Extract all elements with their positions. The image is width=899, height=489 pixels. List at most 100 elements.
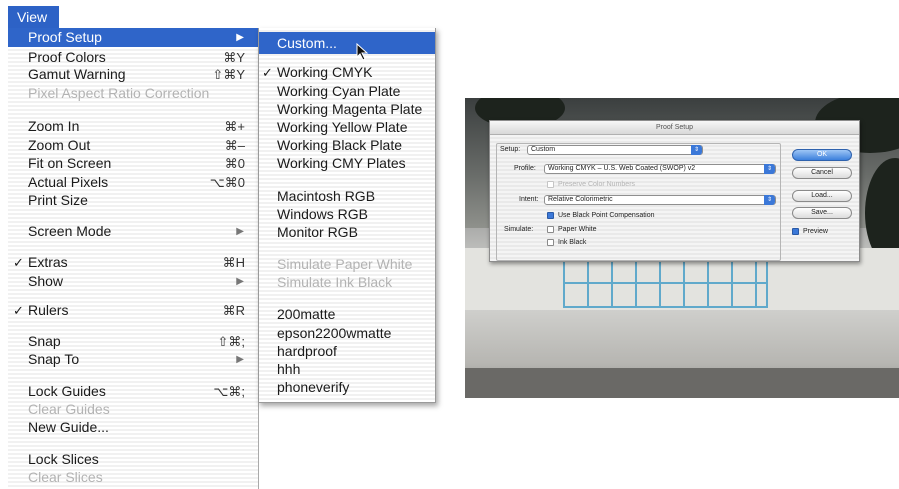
- submenu-item-working-black-plate[interactable]: Working Black Plate: [259, 136, 435, 155]
- menu-item-zoom-in[interactable]: Zoom In ⌘+: [8, 117, 258, 136]
- proof-setup-submenu: Custom... ✓ Working CMYK Working Cyan Pl…: [258, 28, 436, 403]
- menu-item-label: Show: [28, 273, 64, 289]
- submenu-item-working-cmyk[interactable]: ✓ Working CMYK: [259, 63, 435, 82]
- submenu-item-hhh[interactable]: hhh: [259, 360, 435, 379]
- submenu-item-working-yellow-plate[interactable]: Working Yellow Plate: [259, 118, 435, 137]
- submenu-item-label: hardproof: [277, 343, 337, 359]
- submenu-item-monitor-rgb[interactable]: Monitor RGB: [259, 223, 435, 242]
- menu-item-label: Screen Mode: [28, 223, 112, 239]
- menu-item-shortcut: ⇧⌘Y: [212, 67, 245, 82]
- profile-popup[interactable]: Working CMYK – U.S. Web Coated (SWOP) v2…: [544, 164, 776, 174]
- menu-item-label: New Guide...: [28, 419, 109, 435]
- photo-road: [465, 368, 899, 398]
- submenu-item-label: Custom...: [277, 35, 337, 51]
- submenu-arrow-icon: ▶: [236, 32, 244, 43]
- menu-item-clear-guides: Clear Guides: [8, 400, 258, 419]
- submenu-item-label: epson2200wmatte: [277, 325, 392, 341]
- menu-item-show[interactable]: Show ▶: [8, 272, 258, 291]
- preserve-color-numbers-checkbox[interactable]: [547, 181, 554, 188]
- simulate-label: Simulate:: [504, 226, 534, 233]
- submenu-arrow-icon: ▶: [236, 354, 244, 365]
- submenu-item-hardproof[interactable]: hardproof: [259, 342, 435, 361]
- popup-arrows-icon: ⇕: [764, 164, 775, 174]
- profile-label: Profile:: [514, 165, 536, 172]
- menu-item-lock-guides[interactable]: Lock Guides ⌥⌘;: [8, 382, 258, 401]
- checkmark-icon: ✓: [262, 65, 273, 80]
- menu-item-label: Rulers: [28, 302, 69, 318]
- ink-black-label: Ink Black: [558, 239, 587, 246]
- submenu-item-label: hhh: [277, 361, 301, 377]
- menu-item-proof-setup[interactable]: Proof Setup ▶: [8, 28, 258, 47]
- cancel-button[interactable]: Cancel: [792, 167, 852, 179]
- submenu-item-label: Simulate Paper White: [277, 256, 413, 272]
- submenu-item-working-cyan-plate[interactable]: Working Cyan Plate: [259, 82, 435, 101]
- menu-item-actual-pixels[interactable]: Actual Pixels ⌥⌘0: [8, 173, 258, 192]
- submenu-item-200matte[interactable]: 200matte: [259, 305, 435, 324]
- menu-item-label: Print Size: [28, 192, 88, 208]
- black-point-compensation-checkbox[interactable]: [547, 212, 554, 219]
- view-menu-title[interactable]: View: [8, 6, 59, 28]
- submenu-item-macintosh-rgb[interactable]: Macintosh RGB: [259, 187, 435, 206]
- submenu-item-label: Simulate Ink Black: [277, 274, 393, 290]
- menu-item-label: Extras: [28, 254, 68, 270]
- black-point-compensation-label: Use Black Point Compensation: [558, 212, 655, 219]
- submenu-item-simulate-paper-white: Simulate Paper White: [259, 255, 435, 274]
- setup-label: Setup:: [500, 146, 521, 153]
- preview-label: Preview: [803, 228, 828, 235]
- menu-item-shortcut: ⇧⌘;: [217, 334, 245, 349]
- submenu-item-working-magenta-plate[interactable]: Working Magenta Plate: [259, 100, 435, 119]
- menu-item-label: Fit on Screen: [28, 155, 112, 171]
- submenu-item-label: Monitor RGB: [277, 224, 358, 240]
- menu-item-shortcut: ⌘H: [222, 255, 245, 270]
- intent-popup-value: Relative Colorimetric: [548, 196, 613, 203]
- dialog-title: Proof Setup: [490, 121, 859, 135]
- menu-item-label: Clear Slices: [28, 469, 103, 485]
- intent-label: Intent:: [519, 196, 539, 203]
- paper-white-checkbox[interactable]: [547, 226, 554, 233]
- submenu-arrow-icon: ▶: [236, 226, 244, 237]
- menu-item-fit-on-screen[interactable]: Fit on Screen ⌘0: [8, 154, 258, 173]
- ok-button[interactable]: OK: [792, 149, 852, 161]
- load-button[interactable]: Load...: [792, 190, 852, 202]
- mouse-pointer-icon: [356, 43, 369, 61]
- menu-item-pixel-aspect-ratio-correction: Pixel Aspect Ratio Correction: [8, 84, 258, 103]
- menu-item-zoom-out[interactable]: Zoom Out ⌘–: [8, 136, 258, 155]
- menu-item-screen-mode[interactable]: Screen Mode ▶: [8, 222, 258, 241]
- menu-item-label: Lock Slices: [28, 451, 99, 467]
- menu-item-shortcut: ⌥⌘0: [209, 175, 245, 190]
- preview-checkbox[interactable]: [792, 228, 799, 235]
- setup-popup[interactable]: Custom ⇕: [527, 145, 703, 155]
- menu-item-snap[interactable]: Snap ⇧⌘;: [8, 332, 258, 351]
- submenu-item-phoneverify[interactable]: phoneverify: [259, 378, 435, 397]
- submenu-item-working-cmy-plates[interactable]: Working CMY Plates: [259, 154, 435, 173]
- menu-item-label: Proof Setup: [28, 29, 102, 45]
- submenu-item-windows-rgb[interactable]: Windows RGB: [259, 205, 435, 224]
- menu-item-new-guide[interactable]: New Guide...: [8, 418, 258, 437]
- save-button[interactable]: Save...: [792, 207, 852, 219]
- menu-item-rulers[interactable]: ✓ Rulers ⌘R: [8, 301, 258, 320]
- menu-item-shortcut: ⌘R: [222, 303, 245, 318]
- intent-popup[interactable]: Relative Colorimetric ⇕: [544, 195, 776, 205]
- menu-item-shortcut: ⌘0: [224, 156, 245, 171]
- menu-item-print-size[interactable]: Print Size: [8, 191, 258, 210]
- submenu-item-epson2200wmatte[interactable]: epson2200wmatte: [259, 324, 435, 343]
- submenu-item-label: Working CMYK: [277, 64, 373, 80]
- menu-item-gamut-warning[interactable]: Gamut Warning ⇧⌘Y: [8, 65, 258, 84]
- menu-item-label: Snap To: [28, 351, 80, 367]
- menu-item-label: Clear Guides: [28, 401, 110, 417]
- menu-item-label: Gamut Warning: [28, 66, 126, 82]
- checkmark-icon: ✓: [13, 303, 24, 318]
- submenu-item-label: Windows RGB: [277, 206, 369, 222]
- checkmark-icon: ✓: [13, 255, 24, 270]
- ink-black-checkbox[interactable]: [547, 239, 554, 246]
- menu-item-label: Lock Guides: [28, 383, 106, 399]
- menu-item-lock-slices[interactable]: Lock Slices: [8, 450, 258, 469]
- menu-item-extras[interactable]: ✓ Extras ⌘H: [8, 253, 258, 272]
- menu-item-label: Zoom Out: [28, 137, 91, 153]
- profile-popup-value: Working CMYK – U.S. Web Coated (SWOP) v2: [548, 165, 696, 172]
- submenu-arrow-icon: ▶: [236, 276, 244, 287]
- menu-item-snap-to[interactable]: Snap To ▶: [8, 350, 258, 369]
- menu-item-label: Zoom In: [28, 118, 80, 134]
- submenu-item-custom[interactable]: Custom...: [259, 32, 435, 54]
- submenu-item-label: phoneverify: [277, 379, 350, 395]
